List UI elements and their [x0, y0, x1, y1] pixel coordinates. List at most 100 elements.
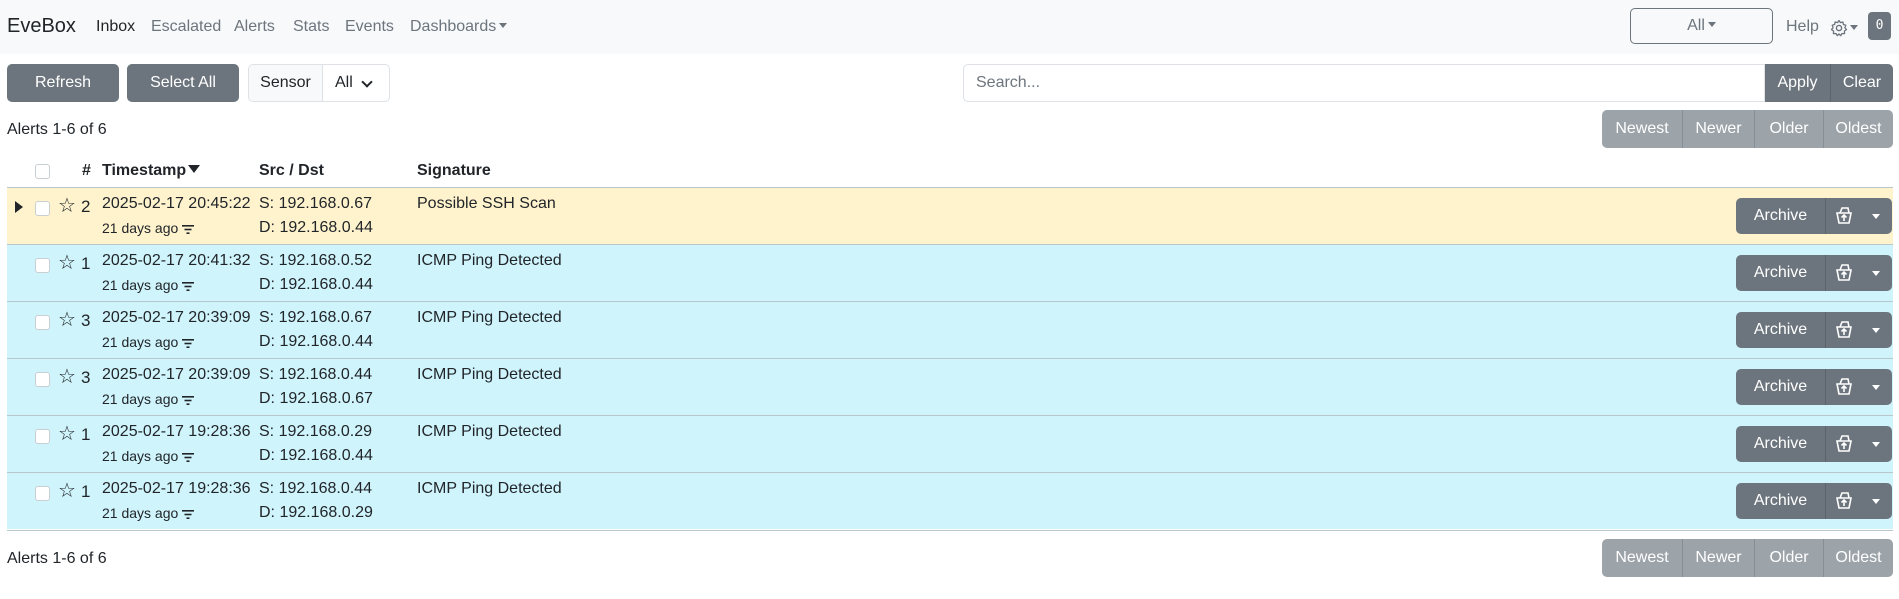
- time-range-select[interactable]: All: [1630, 8, 1773, 44]
- select-all-checkbox[interactable]: [35, 164, 50, 179]
- archive-button[interactable]: Archive: [1736, 312, 1826, 348]
- pager-oldest-button[interactable]: Oldest: [1824, 110, 1893, 148]
- escalate-button[interactable]: [1826, 255, 1862, 291]
- expand-row-icon[interactable]: [15, 201, 23, 213]
- table-row[interactable]: ☆ 3 2025-02-17 20:39:09 21 days ago S: 192.1…: [7, 358, 1893, 415]
- dst-address[interactable]: D: 192.168.0.67: [259, 390, 373, 408]
- table-row[interactable]: ☆ 1 2025-02-17 19:28:36 21 days ago S: 192.1…: [7, 472, 1893, 529]
- brand-logo[interactable]: EveBox: [7, 15, 76, 38]
- dst-address[interactable]: D: 192.168.0.44: [259, 219, 373, 237]
- escalate-button[interactable]: [1826, 198, 1862, 234]
- filter-icon[interactable]: [182, 396, 195, 405]
- header-count: #: [82, 162, 91, 179]
- dst-address[interactable]: D: 192.168.0.29: [259, 504, 373, 522]
- pager-older-button[interactable]: Older: [1755, 539, 1824, 577]
- dst-address[interactable]: D: 192.168.0.44: [259, 333, 373, 351]
- row-actions-dropdown[interactable]: [1862, 426, 1892, 462]
- alert-signature[interactable]: ICMP Ping Detected: [417, 252, 562, 270]
- apply-button[interactable]: Apply: [1765, 64, 1831, 102]
- row-checkbox[interactable]: [35, 372, 50, 387]
- header-timestamp[interactable]: Timestamp: [102, 162, 201, 180]
- archive-button[interactable]: Archive: [1736, 198, 1826, 234]
- filter-icon[interactable]: [182, 510, 195, 519]
- top-navbar: EveBox Inbox Escalated Alerts Stats Even…: [0, 0, 1899, 54]
- src-address[interactable]: S: 192.168.0.44: [259, 366, 372, 384]
- help-link[interactable]: Help: [1786, 18, 1819, 36]
- nav-escalated[interactable]: Escalated: [151, 18, 221, 36]
- row-actions-dropdown[interactable]: [1862, 369, 1892, 405]
- pager-older-button[interactable]: Older: [1755, 110, 1824, 148]
- star-icon[interactable]: ☆: [58, 422, 76, 446]
- row-actions-dropdown[interactable]: [1862, 312, 1892, 348]
- pager-newest-button[interactable]: Newest: [1602, 110, 1683, 148]
- nav-stats[interactable]: Stats: [293, 18, 329, 36]
- pager-newer-button[interactable]: Newer: [1683, 110, 1755, 148]
- table-row[interactable]: ☆ 1 2025-02-17 20:41:32 21 days ago S: 192.1…: [7, 244, 1893, 301]
- table-row[interactable]: ☆ 3 2025-02-17 20:39:09 21 days ago S: 192.1…: [7, 301, 1893, 358]
- src-address[interactable]: S: 192.168.0.52: [259, 252, 372, 270]
- row-actions-dropdown[interactable]: [1862, 255, 1892, 291]
- nav-events[interactable]: Events: [345, 18, 394, 36]
- filter-icon[interactable]: [182, 453, 195, 462]
- row-checkbox[interactable]: [35, 486, 50, 501]
- alert-signature[interactable]: ICMP Ping Detected: [417, 309, 562, 327]
- refresh-button[interactable]: Refresh: [7, 64, 119, 102]
- sensor-filter: Sensor All: [248, 64, 390, 102]
- escalate-button[interactable]: [1826, 426, 1862, 462]
- alert-signature[interactable]: ICMP Ping Detected: [417, 366, 562, 384]
- star-icon[interactable]: ☆: [58, 194, 76, 218]
- alert-age: 21 days ago: [102, 505, 195, 521]
- alert-signature[interactable]: ICMP Ping Detected: [417, 480, 562, 498]
- alert-signature[interactable]: Possible SSH Scan: [417, 195, 556, 213]
- star-icon[interactable]: ☆: [58, 365, 76, 389]
- row-checkbox[interactable]: [35, 201, 50, 216]
- row-checkbox[interactable]: [35, 315, 50, 330]
- notification-count-badge[interactable]: 0: [1868, 12, 1891, 40]
- star-icon[interactable]: ☆: [58, 479, 76, 503]
- sort-desc-icon: [188, 165, 201, 173]
- row-actions-dropdown[interactable]: [1862, 483, 1892, 519]
- clear-button[interactable]: Clear: [1831, 64, 1893, 102]
- row-checkbox[interactable]: [35, 258, 50, 273]
- star-icon[interactable]: ☆: [58, 308, 76, 332]
- chevron-down-icon: [1850, 25, 1858, 30]
- dst-address[interactable]: D: 192.168.0.44: [259, 276, 373, 294]
- nav-alerts[interactable]: Alerts: [234, 18, 275, 36]
- sensor-label: Sensor: [249, 65, 323, 101]
- src-address[interactable]: S: 192.168.0.29: [259, 423, 372, 441]
- escalate-button[interactable]: [1826, 483, 1862, 519]
- pager-newer-button[interactable]: Newer: [1683, 539, 1755, 577]
- src-address[interactable]: S: 192.168.0.44: [259, 480, 372, 498]
- escalate-button[interactable]: [1826, 312, 1862, 348]
- escalate-button[interactable]: [1826, 369, 1862, 405]
- star-icon[interactable]: ☆: [58, 251, 76, 275]
- table-row[interactable]: ☆ 2 2025-02-17 20:45:22 21 days ago S: 192.1…: [7, 187, 1893, 244]
- archive-button[interactable]: Archive: [1736, 255, 1826, 291]
- row-checkbox[interactable]: [35, 429, 50, 444]
- src-address[interactable]: S: 192.168.0.67: [259, 309, 372, 327]
- row-actions-dropdown[interactable]: [1862, 198, 1892, 234]
- pager-oldest-button[interactable]: Oldest: [1824, 539, 1893, 577]
- alert-age: 21 days ago: [102, 334, 195, 350]
- alert-age-text: 21 days ago: [102, 448, 179, 464]
- nav-dashboards-dropdown[interactable]: Dashboards: [410, 18, 508, 36]
- filter-icon[interactable]: [182, 339, 195, 348]
- alert-count: 3: [81, 368, 91, 387]
- filter-icon[interactable]: [182, 225, 195, 234]
- select-all-button[interactable]: Select All: [127, 64, 239, 102]
- alerts-table-body: ☆ 2 2025-02-17 20:45:22 21 days ago S: 192.1…: [7, 187, 1893, 529]
- filter-icon[interactable]: [182, 282, 195, 291]
- search-input[interactable]: [963, 64, 1765, 102]
- table-row[interactable]: ☆ 1 2025-02-17 19:28:36 21 days ago S: 192.1…: [7, 415, 1893, 472]
- alert-signature[interactable]: ICMP Ping Detected: [417, 423, 562, 441]
- settings-dropdown[interactable]: [1830, 17, 1860, 39]
- chevron-down-icon: [1872, 271, 1880, 276]
- chevron-down-icon: [1872, 214, 1880, 219]
- archive-button[interactable]: Archive: [1736, 369, 1826, 405]
- pager-newest-button[interactable]: Newest: [1602, 539, 1683, 577]
- nav-inbox[interactable]: Inbox: [96, 18, 135, 36]
- archive-button[interactable]: Archive: [1736, 483, 1826, 519]
- dst-address[interactable]: D: 192.168.0.44: [259, 447, 373, 465]
- src-address[interactable]: S: 192.168.0.67: [259, 195, 372, 213]
- archive-button[interactable]: Archive: [1736, 426, 1826, 462]
